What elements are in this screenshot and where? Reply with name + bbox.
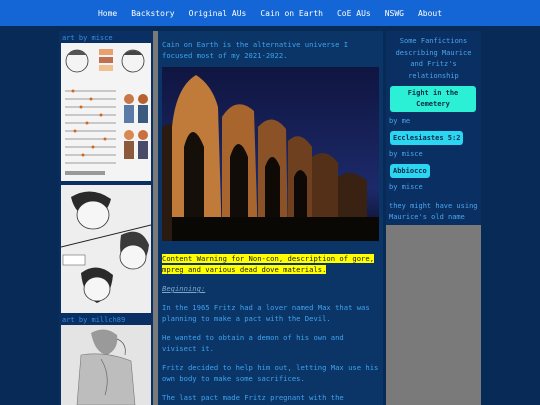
nav-about[interactable]: About <box>418 9 442 18</box>
fanfiction-intro: Some Fanfictions describing Maurice and … <box>395 37 472 80</box>
content-warning: Content Warning for Non-con, description… <box>162 253 379 275</box>
ruins-image <box>162 67 379 241</box>
fanfic-note: they might have using Maurice's old name <box>389 202 478 221</box>
fanfic-author-1: by me <box>389 117 411 125</box>
story-paragraph-1: In the 1965 Fritz had a lover named Max … <box>162 303 370 323</box>
story-paragraph-4: The last pact made Fritz pregnant with t… <box>162 393 344 402</box>
nav-cain-on-earth[interactable]: Cain on Earth <box>260 9 323 18</box>
content-warning-text: Content Warning for Non-con, description… <box>162 254 375 274</box>
story-paragraph-2: He wanted to obtain a demon of his own a… <box>162 333 344 353</box>
art-credit-2: art by millch89 <box>62 316 126 324</box>
top-nav: Home Backstory Original AUs Cain on Eart… <box>0 0 540 26</box>
art-reference-sheet[interactable] <box>61 43 151 181</box>
comic-illustration <box>61 185 151 313</box>
abbey-ruins-photo <box>162 67 379 241</box>
fanfic-author-3: by misce <box>389 183 423 191</box>
art-comic-panel[interactable] <box>61 185 151 313</box>
left-sidebar: art by misce art by millch89 <box>59 31 153 405</box>
art-sketch[interactable] <box>61 325 151 405</box>
nav-backstory[interactable]: Backstory <box>131 9 174 18</box>
fanfic-link-ecclesiastes[interactable]: Ecclesiastes 5:2 <box>390 131 464 145</box>
fanfic-author-2: by misce <box>389 150 423 158</box>
nav-original-aus[interactable]: Original AUs <box>189 9 247 18</box>
sketch-illustration <box>61 325 151 405</box>
beginning-heading: Beginning: <box>162 284 206 293</box>
main-content: Cain on Earth is the alternative univers… <box>158 31 383 405</box>
right-sidebar: Some Fanfictions describing Maurice and … <box>386 31 481 225</box>
fanfic-link-abbiocco[interactable]: Abbiocco <box>390 164 430 178</box>
reference-sheet-illustration <box>61 43 151 181</box>
right-sidebar-filler <box>386 225 481 405</box>
art-credit-1: art by misce <box>62 34 113 42</box>
nav-nswg[interactable]: NSWG <box>385 9 404 18</box>
story-paragraph-3: Fritz decided to help him out, letting M… <box>162 363 379 383</box>
fanfic-link-fight-in-the-cemetery[interactable]: Fight in the Cemetery <box>390 86 476 112</box>
nav-coe-aus[interactable]: CoE AUs <box>337 9 371 18</box>
nav-home[interactable]: Home <box>98 9 117 18</box>
intro-text: Cain on Earth is the alternative univers… <box>162 40 349 60</box>
